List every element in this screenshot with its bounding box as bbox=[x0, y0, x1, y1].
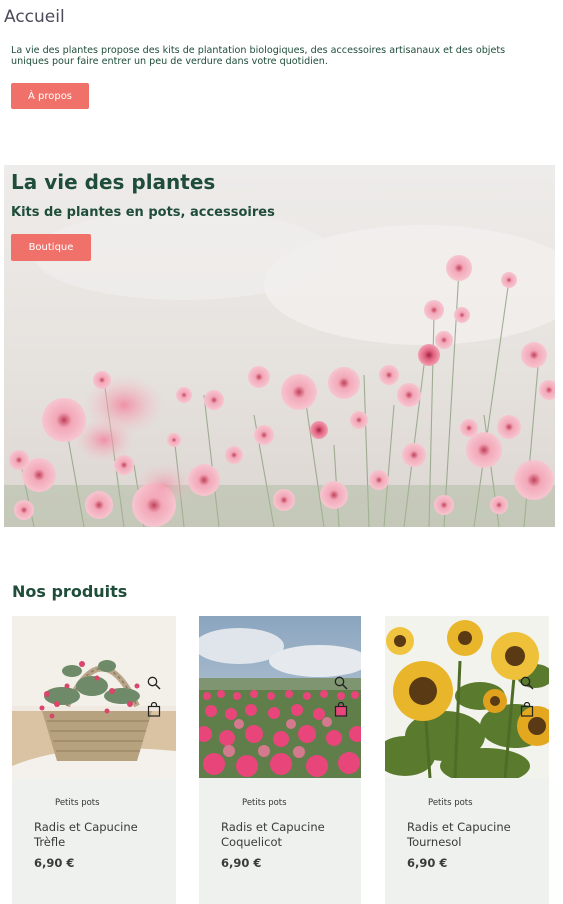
product-price: 6,90 € bbox=[221, 856, 262, 870]
hero-title: La vie des plantes bbox=[11, 170, 216, 194]
product-card[interactable]: Petits pots Radis et Capucine Coquelicot… bbox=[199, 616, 361, 904]
hero-banner: La vie des plantes Kits de plantes en po… bbox=[4, 165, 555, 527]
product-card[interactable]: Petits pots Radis et Capucine Tournesol … bbox=[385, 616, 549, 904]
product-price: 6,90 € bbox=[34, 856, 75, 870]
products-section-title: Nos produits bbox=[12, 582, 128, 601]
product-category: Petits pots bbox=[428, 798, 473, 808]
product-actions bbox=[145, 676, 163, 717]
product-name[interactable]: Radis et Capucine Coquelicot bbox=[221, 820, 351, 849]
product-category: Petits pots bbox=[242, 798, 287, 808]
shop-button[interactable]: Boutique bbox=[11, 234, 91, 261]
shopping-bag-icon[interactable] bbox=[147, 702, 161, 717]
intro-text: La vie des plantes propose des kits de p… bbox=[11, 45, 506, 67]
product-actions bbox=[332, 676, 350, 717]
product-actions bbox=[518, 676, 536, 717]
product-category: Petits pots bbox=[55, 798, 100, 808]
product-price: 6,90 € bbox=[407, 856, 448, 870]
product-name[interactable]: Radis et Capucine Tournesol bbox=[407, 820, 537, 849]
shopping-bag-icon[interactable] bbox=[334, 702, 348, 717]
shopping-bag-icon[interactable] bbox=[520, 702, 534, 717]
product-name[interactable]: Radis et Capucine Trèfle bbox=[34, 820, 164, 849]
search-icon[interactable] bbox=[520, 676, 534, 690]
about-button[interactable]: À propos bbox=[11, 83, 89, 109]
product-card[interactable]: Petits pots Radis et Capucine Trèfle 6,9… bbox=[12, 616, 176, 904]
page-title: Accueil bbox=[4, 7, 65, 27]
hero-subtitle: Kits de plantes en pots, accessoires bbox=[11, 205, 275, 220]
search-icon[interactable] bbox=[147, 676, 161, 690]
search-icon[interactable] bbox=[334, 676, 348, 690]
